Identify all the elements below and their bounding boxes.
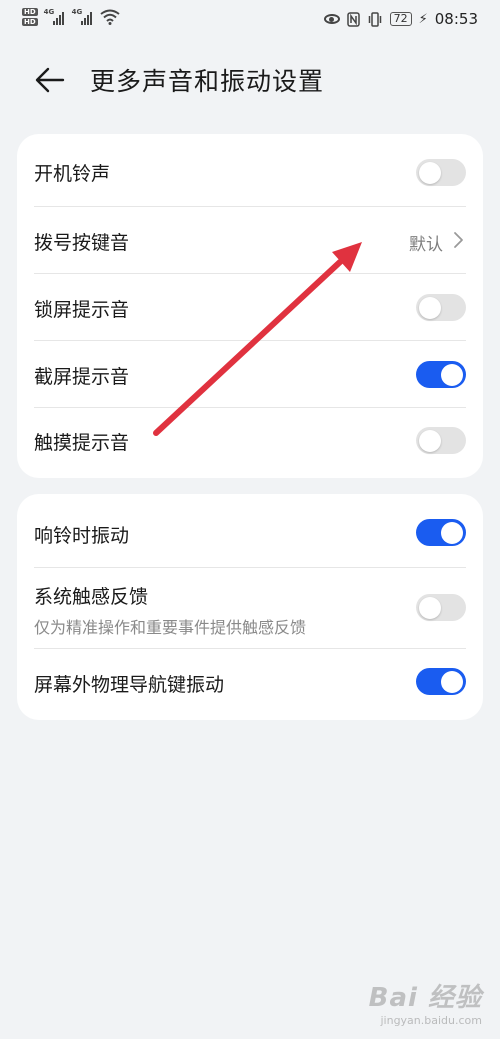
clock: 08:53 — [434, 10, 478, 28]
signal-icon-1: 4G — [43, 8, 66, 25]
network-type-2: 4G — [71, 8, 83, 16]
hd-badge-1: HD — [22, 8, 38, 16]
boot-ringtone-label: 开机铃声 — [34, 163, 111, 185]
nav-key-vibration-row[interactable]: 屏幕外物理导航键振动 — [17, 649, 483, 719]
toggle-knob — [419, 161, 441, 184]
toggle-knob — [419, 596, 441, 619]
toggle-knob — [441, 670, 463, 693]
vibration-settings-card: 响铃时振动 系统触感反馈 仅为精准操作和重要事件提供触感反馈 屏幕外物理导航键振… — [17, 494, 483, 720]
back-arrow-icon[interactable] — [34, 66, 66, 94]
charging-icon: ⚡ — [418, 11, 428, 27]
wifi-icon — [100, 9, 120, 25]
vibrate-on-ring-toggle[interactable] — [416, 519, 466, 546]
screenshot-tone-toggle[interactable] — [416, 361, 466, 388]
status-bar: HD HD 4G 4G 72 ⚡ 08:53 — [0, 0, 500, 40]
watermark-url: jingyan.baidu.com — [380, 1014, 482, 1027]
hd-indicators: HD HD — [22, 8, 38, 26]
lock-screen-tone-toggle[interactable] — [416, 294, 466, 321]
app-bar: 更多声音和振动设置 — [0, 58, 500, 102]
eye-comfort-icon — [323, 14, 340, 24]
system-haptics-toggle[interactable] — [416, 594, 466, 621]
toggle-knob — [419, 429, 441, 452]
battery-icon: 72 — [389, 12, 412, 26]
boot-ringtone-row[interactable]: 开机铃声 — [17, 134, 483, 206]
dial-pad-tone-row[interactable]: 拨号按键音 默认 — [17, 207, 483, 273]
touch-tone-label: 触摸提示音 — [34, 432, 130, 454]
toggle-knob — [441, 521, 463, 544]
vibrate-on-ring-label: 响铃时振动 — [34, 525, 130, 547]
watermark-logo: Bai 经验 — [368, 983, 482, 1013]
vibrate-on-ring-row[interactable]: 响铃时振动 — [17, 494, 483, 567]
lock-screen-tone-row[interactable]: 锁屏提示音 — [17, 274, 483, 340]
system-haptics-label: 系统触感反馈 — [34, 586, 149, 608]
watermark: Bai 经验 jingyan.baidu.com — [369, 977, 482, 1027]
dial-pad-tone-label: 拨号按键音 — [34, 232, 130, 254]
nfc-icon — [346, 11, 360, 27]
screenshot-tone-label: 截屏提示音 — [34, 366, 130, 388]
system-haptics-subtitle: 仅为精准操作和重要事件提供触感反馈 — [34, 618, 307, 637]
page-title: 更多声音和振动设置 — [90, 67, 325, 96]
lock-screen-tone-label: 锁屏提示音 — [34, 299, 130, 321]
network-type-1: 4G — [43, 8, 55, 16]
sound-settings-card: 开机铃声 拨号按键音 默认 锁屏提示音 截屏提示音 触摸提示音 — [17, 134, 483, 478]
nav-key-vibration-toggle[interactable] — [416, 668, 466, 695]
hd-badge-2: HD — [22, 18, 38, 26]
chevron-right-icon — [454, 232, 463, 248]
status-left: HD HD 4G 4G — [22, 8, 120, 26]
nav-key-vibration-label: 屏幕外物理导航键振动 — [34, 674, 225, 696]
screenshot-tone-row[interactable]: 截屏提示音 — [17, 341, 483, 407]
dial-pad-tone-value: 默认 — [409, 235, 443, 255]
toggle-knob — [441, 363, 463, 386]
vibrate-icon — [368, 11, 381, 27]
touch-tone-row[interactable]: 触摸提示音 — [17, 408, 483, 476]
boot-ringtone-toggle[interactable] — [416, 159, 466, 186]
touch-tone-toggle[interactable] — [416, 427, 466, 454]
toggle-knob — [419, 296, 441, 319]
signal-icon-2: 4G — [71, 8, 94, 25]
system-haptics-row[interactable]: 系统触感反馈 仅为精准操作和重要事件提供触感反馈 — [17, 568, 483, 648]
status-right: 72 ⚡ 08:53 — [323, 10, 478, 28]
